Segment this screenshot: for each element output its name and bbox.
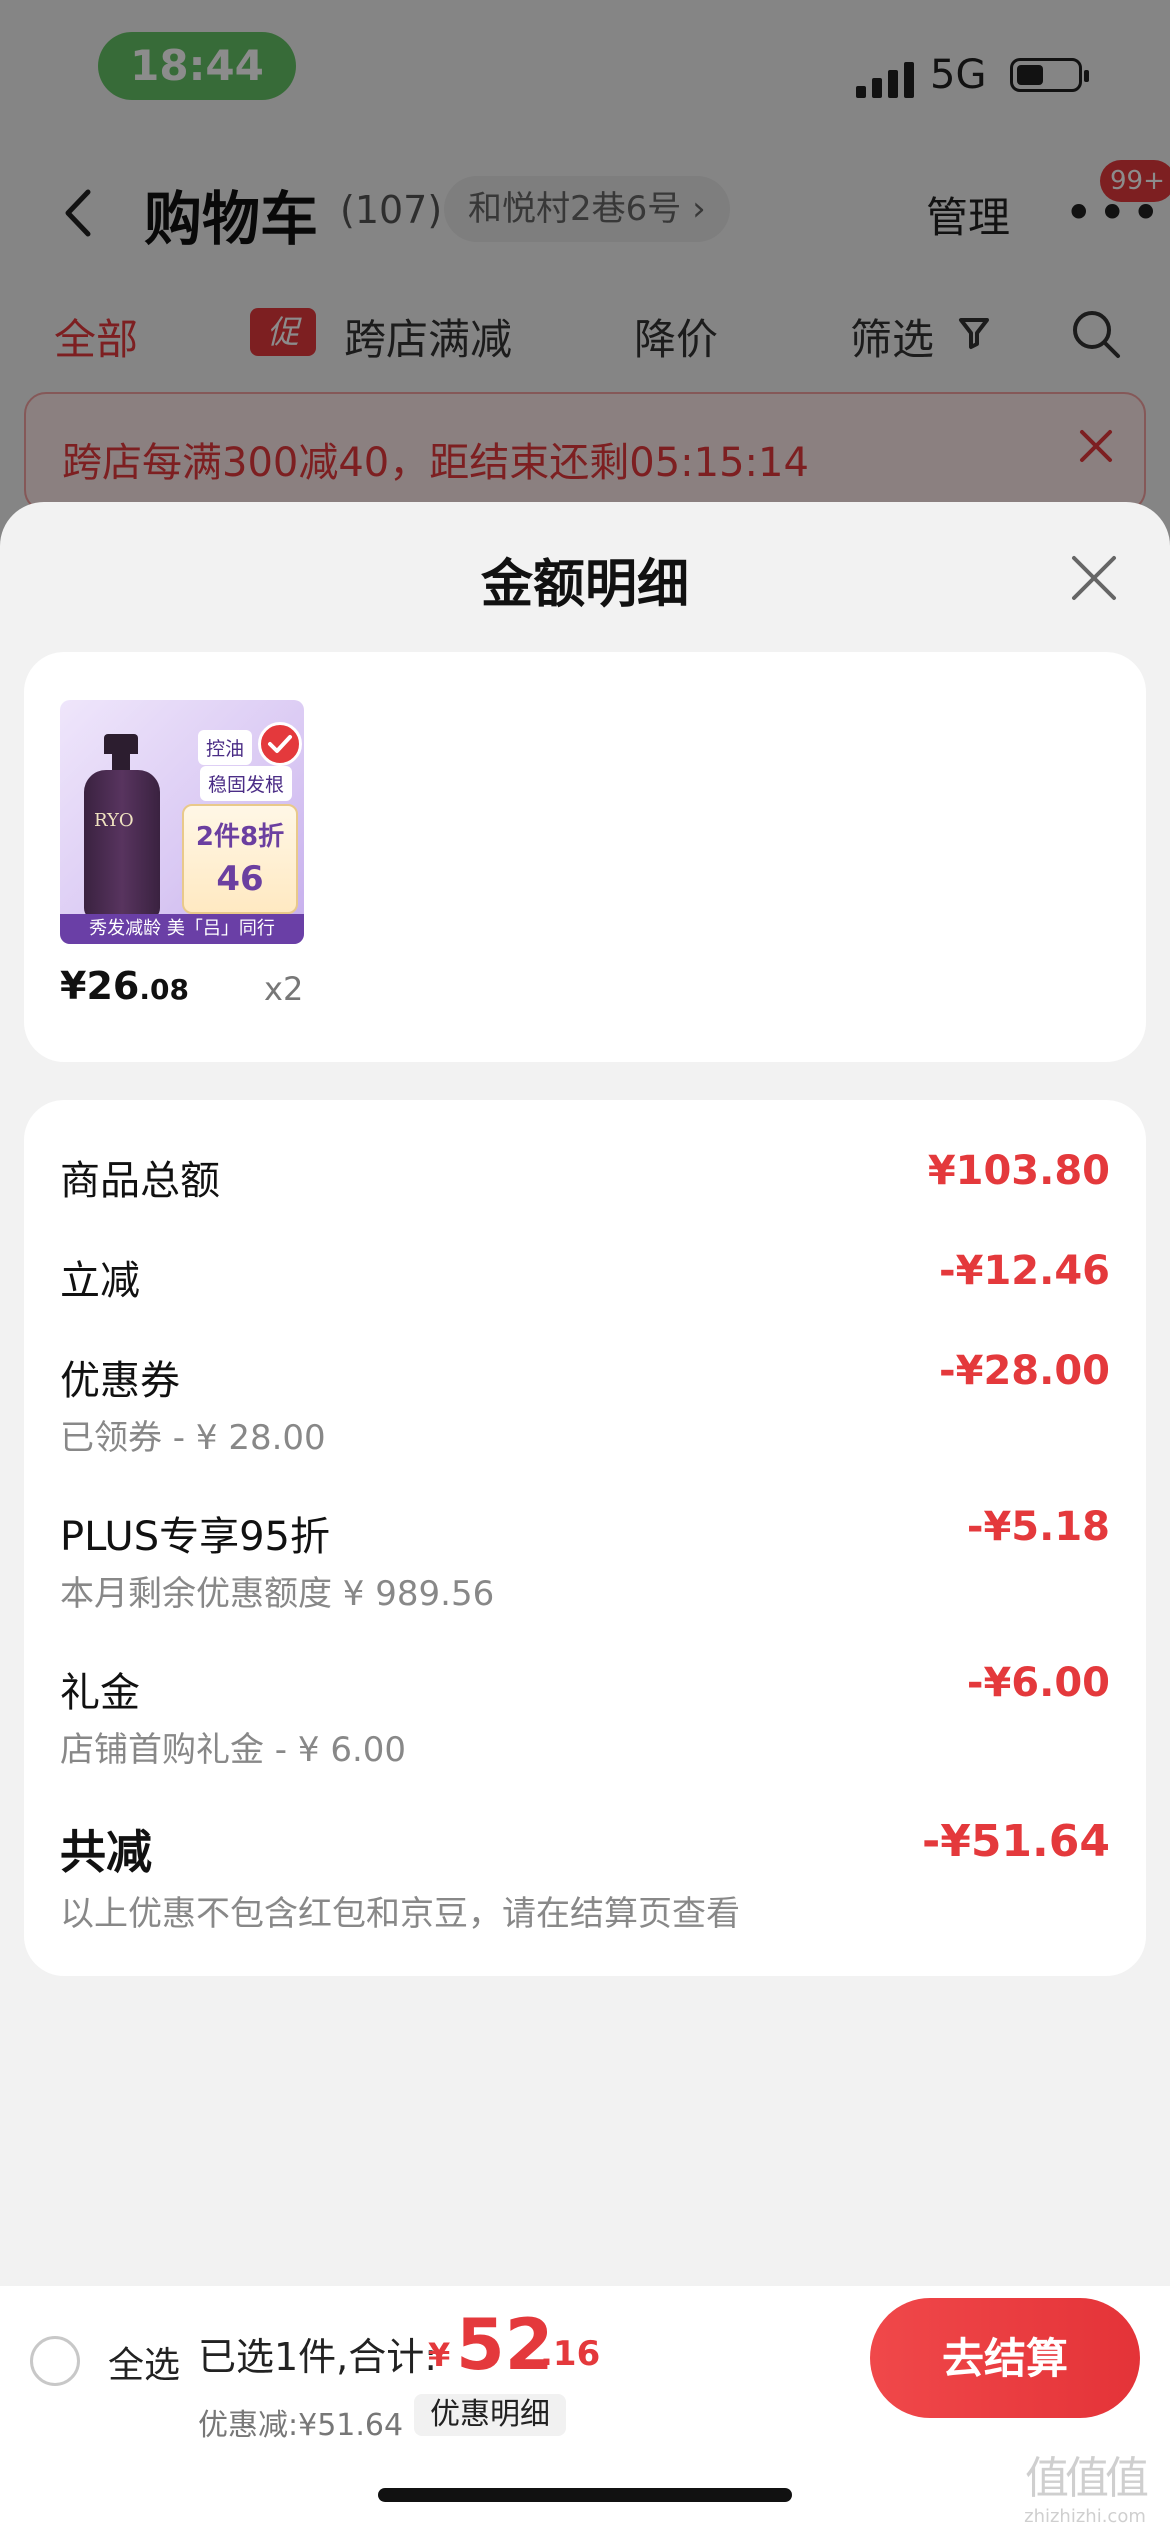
product-caption: 秀发减龄 美「吕」同行 xyxy=(60,914,304,944)
deal-text: 2件8折 xyxy=(195,822,285,852)
product-deal-tag: 2件8折 46 xyxy=(182,804,298,914)
watermark-text: zhizhizhi.com xyxy=(1024,2506,1146,2527)
row-value: -¥12.46 xyxy=(939,1248,1110,1294)
price-decimal: .08 xyxy=(139,973,189,1006)
row-label: 优惠券 xyxy=(60,1358,180,1404)
deal-price: 46 xyxy=(216,859,264,899)
sheet-title: 金额明细 xyxy=(480,555,689,615)
bottle-shape xyxy=(84,770,160,920)
product-tag: 控油 xyxy=(198,730,253,765)
watermark-logo: 值值值 xyxy=(1025,2453,1149,2504)
amount-detail-sheet: 金额明细 RYO 控油 稳固发根 2件8折 46 秀发减龄 美「吕」同行 ¥26… xyxy=(0,502,1170,2532)
row-subtext: 已领券 - ¥ 28.00 xyxy=(60,1418,326,1458)
currency-symbol: ¥ xyxy=(428,2336,451,2374)
discount-detail-button[interactable]: 优惠明细 xyxy=(414,2394,566,2436)
row-value: ¥103.80 xyxy=(927,1148,1110,1194)
row-label: 礼金 xyxy=(60,1670,140,1716)
home-indicator[interactable] xyxy=(378,2488,792,2502)
product-brand: RYO xyxy=(94,810,134,831)
saved-amount: 优惠减:¥51.64 xyxy=(198,2408,404,2443)
amount-detail-card: 商品总额 ¥103.80 立减 -¥12.46 优惠券 -¥28.00 已领券 … xyxy=(24,1100,1146,1976)
row-value: -¥5.18 xyxy=(966,1504,1110,1550)
selected-summary: 已选1件,合计: xyxy=(198,2335,438,2379)
row-label: PLUS专享95折 xyxy=(60,1514,330,1560)
row-label: 立减 xyxy=(60,1258,140,1304)
row-subtext: 本月剩余优惠额度 ¥ 989.56 xyxy=(60,1574,495,1614)
select-all-checkbox[interactable] xyxy=(30,2336,80,2386)
row-value: -¥28.00 xyxy=(939,1348,1110,1394)
row-subtext: 以上优惠不包含红包和京豆，请在结算页查看 xyxy=(60,1894,740,1934)
row-label: 商品总额 xyxy=(60,1158,220,1204)
checkout-button[interactable]: 去结算 xyxy=(870,2298,1140,2418)
row-subtext: 店铺首购礼金 - ¥ 6.00 xyxy=(60,1730,407,1770)
product-price: ¥26.08 xyxy=(60,964,189,1008)
total-price-integer: 52 xyxy=(456,2304,554,2386)
row-value: -¥51.64 xyxy=(921,1816,1110,1867)
row-label: 共减 xyxy=(60,1825,152,1879)
product-quantity: x2 xyxy=(264,970,304,1008)
watermark: 值值值 zhizhizhi.com xyxy=(1010,2442,1160,2527)
product-image[interactable]: RYO 控油 稳固发根 2件8折 46 秀发减龄 美「吕」同行 xyxy=(60,700,304,944)
product-tag: 稳固发根 xyxy=(200,766,293,801)
total-price-decimal: .16 xyxy=(540,2334,601,2374)
product-card: RYO 控油 稳固发根 2件8折 46 秀发减龄 美「吕」同行 ¥26.08 x… xyxy=(24,652,1146,1062)
row-value: -¥6.00 xyxy=(966,1660,1110,1706)
close-icon[interactable] xyxy=(1070,554,1118,602)
price-integer: ¥26 xyxy=(60,964,140,1008)
check-icon xyxy=(258,722,302,766)
select-all-label[interactable]: 全选 xyxy=(108,2336,180,2388)
